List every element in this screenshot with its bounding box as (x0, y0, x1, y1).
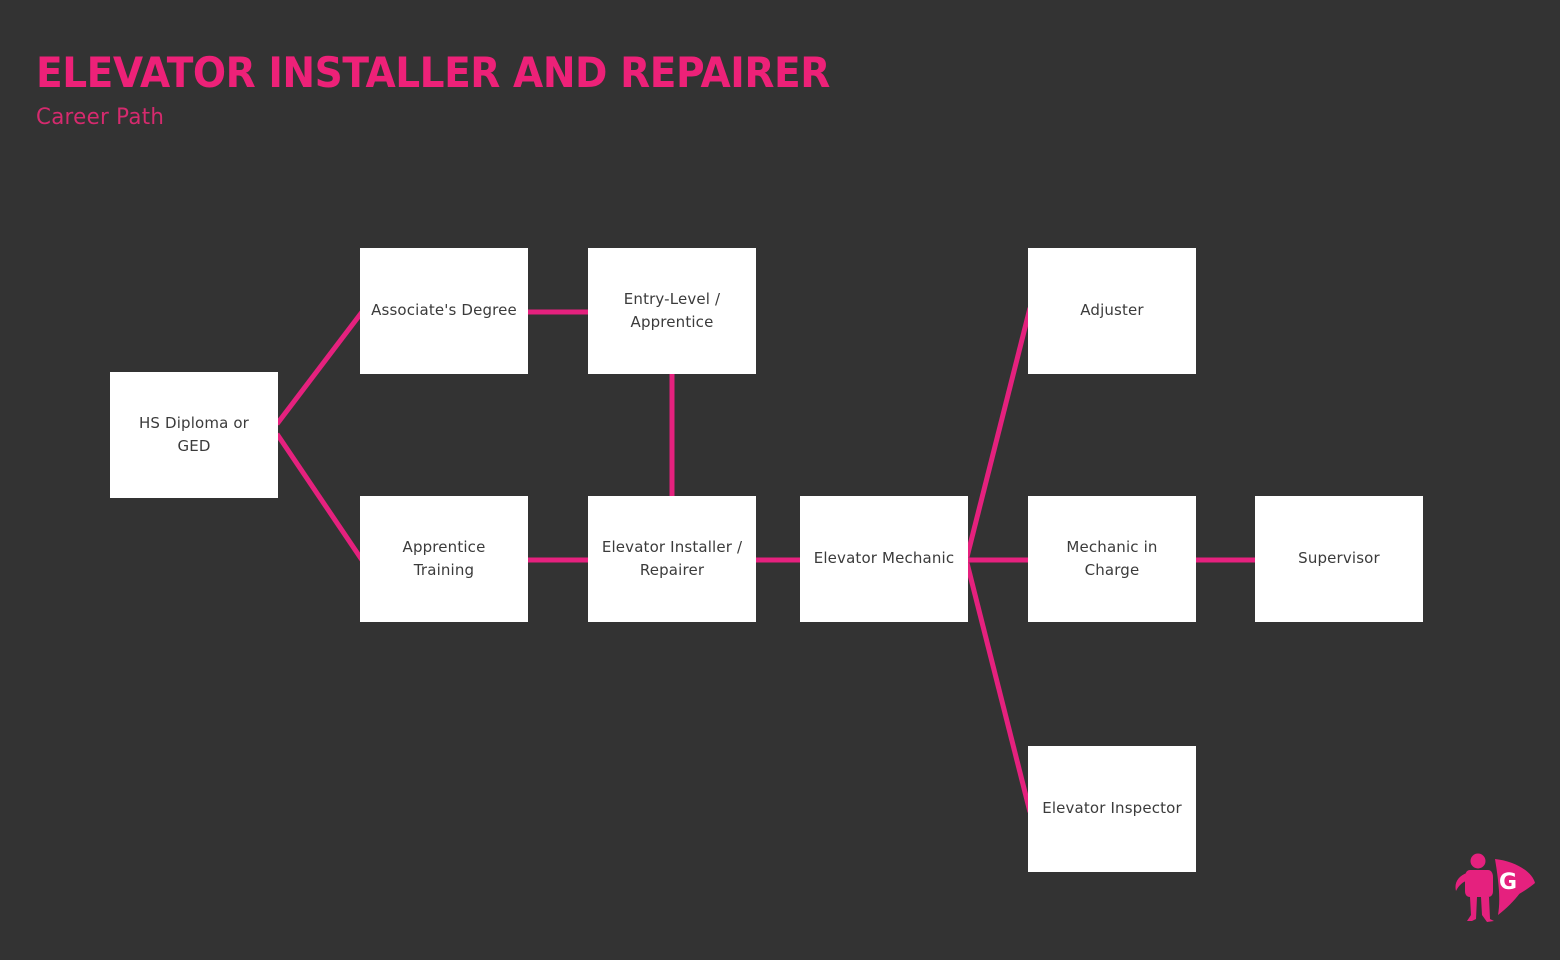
node-adjuster[interactable]: Adjuster (1028, 248, 1196, 374)
slide-canvas: ELEVATOR INSTALLER AND REPAIRER Career P… (0, 0, 1560, 960)
page-subtitle: Career Path (36, 104, 165, 130)
node-associates[interactable]: Associate's Degree (360, 248, 528, 374)
node-mechanic_charge[interactable]: Mechanic in Charge (1028, 496, 1196, 622)
edge-hs_diploma-to-apprentice_train (274, 432, 365, 562)
node-label: HS Diploma or GED (138, 413, 250, 455)
node-entry_level[interactable]: Entry-Level / Apprentice (588, 248, 756, 374)
node-label: Adjuster (1080, 301, 1144, 320)
page-title: ELEVATOR INSTALLER AND REPAIRER (36, 48, 830, 97)
node-mechanic[interactable]: Elevator Mechanic (800, 496, 968, 622)
node-supervisor[interactable]: Supervisor (1255, 496, 1423, 622)
edge-hs_diploma-to-associates (275, 310, 364, 426)
node-installer[interactable]: Elevator Installer / Repairer (588, 496, 756, 622)
node-inspector[interactable]: Elevator Inspector (1028, 746, 1196, 872)
node-label: Elevator Installer / Repairer (601, 537, 743, 579)
node-label: Mechanic in Charge (1066, 537, 1158, 579)
header: ELEVATOR INSTALLER AND REPAIRER Career P… (36, 48, 1036, 130)
node-hs_diploma[interactable]: HS Diploma or GED (110, 372, 278, 498)
node-label: Elevator Mechanic (813, 549, 955, 568)
node-label: Apprentice Training (402, 537, 486, 579)
node-label: Supervisor (1298, 549, 1380, 568)
node-label: Elevator Inspector (1042, 799, 1182, 818)
edge-mechanic-to-inspector (964, 562, 1033, 813)
node-apprentice_train[interactable]: Apprentice Training (360, 496, 528, 622)
logo-letter: G (1499, 870, 1517, 895)
superhero-g-logo: G (1455, 853, 1535, 922)
edge-mechanic-to-adjuster (964, 307, 1033, 558)
node-label: Entry-Level / Apprentice (623, 289, 721, 331)
node-label: Associate's Degree (371, 301, 517, 320)
